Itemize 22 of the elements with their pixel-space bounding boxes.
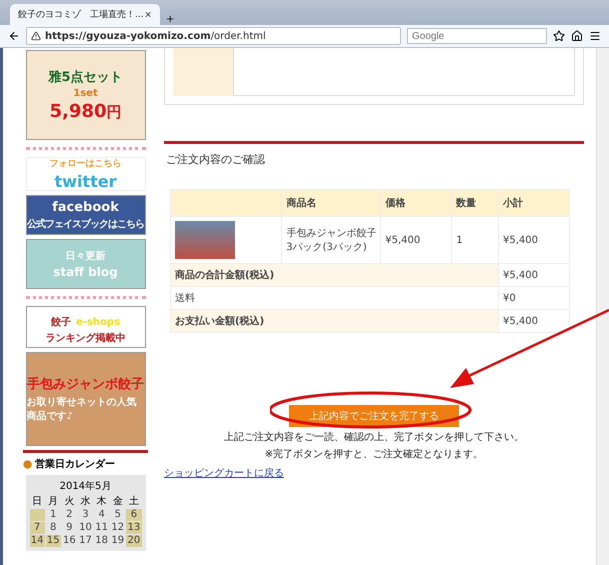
product-photo-placeholder	[175, 221, 235, 259]
section-heading: ご注文内容のご確認	[165, 152, 266, 168]
ranking-banner[interactable]: 餃子 e-shops ランキング掲載中	[26, 306, 146, 348]
set-banner: 雅5点セット 1set 5,980円	[26, 50, 146, 140]
search-field[interactable]: Google	[407, 28, 547, 44]
back-to-cart-link[interactable]: ショッピングカートに戻る	[164, 468, 284, 479]
back-icon[interactable]	[8, 30, 20, 42]
browser-tab[interactable]: 餃子のヨコミゾ 工場直売！...	[10, 4, 160, 25]
business-calendar: 2014年5月 日 月 火 水 木 金 土 1 2 3 4 5 6 7 8 9 10 11 12 13 14 15 16 17 18 19 20	[26, 475, 146, 551]
menu-icon[interactable]	[589, 30, 601, 42]
panel-background	[173, 48, 233, 96]
calendar-heading: 営業日カレンダー	[35, 458, 115, 471]
facebook-banner[interactable]: facebook 公式フェイスブックはこちら	[26, 195, 146, 235]
address-bar[interactable]: https://gyouza-yokomizo.com/order.html	[26, 27, 401, 45]
home-icon[interactable]	[571, 30, 583, 42]
bullet-icon	[23, 460, 32, 468]
instruction-text: 上記ご注文内容をご一読、確認の上、完了ボタンを押して下さい。	[224, 430, 524, 444]
bookmark-star-icon[interactable]	[553, 30, 565, 42]
instruction-text: ※完了ボタンを押すと、ご注文確定となります。	[264, 448, 484, 461]
new-tab-button[interactable]: +	[166, 14, 174, 25]
warning-icon	[31, 31, 41, 41]
close-icon[interactable]	[144, 10, 152, 19]
